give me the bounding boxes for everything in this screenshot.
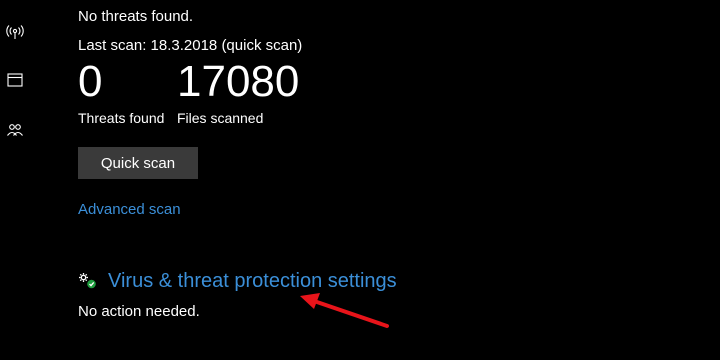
gear-settings-icon (78, 272, 98, 290)
family-icon[interactable] (5, 120, 25, 140)
red-annotation-arrow (300, 293, 389, 328)
files-scanned-label: Files scanned (177, 110, 264, 126)
sidebar (0, 0, 30, 360)
settings-status-text: No action needed. (78, 303, 200, 320)
windows-defender-security-center: No threats found. Last scan: 18.3.2018 (… (0, 0, 720, 360)
scan-status-text: No threats found. (78, 8, 194, 25)
threats-found-stat: 0 Threats found (78, 56, 164, 126)
threats-found-label: Threats found (78, 110, 165, 126)
browser-window-icon[interactable] (5, 70, 25, 90)
wireless-icon[interactable] (5, 22, 25, 42)
threats-found-value: 0 (78, 57, 103, 106)
last-scan-text: Last scan: 18.3.2018 (quick scan) (78, 37, 303, 54)
files-scanned-stat: 17080 Files scanned (177, 56, 299, 126)
advanced-scan-link[interactable]: Advanced scan (78, 201, 181, 218)
quick-scan-button[interactable]: Quick scan (78, 147, 198, 179)
files-scanned-value: 17080 (177, 57, 300, 106)
